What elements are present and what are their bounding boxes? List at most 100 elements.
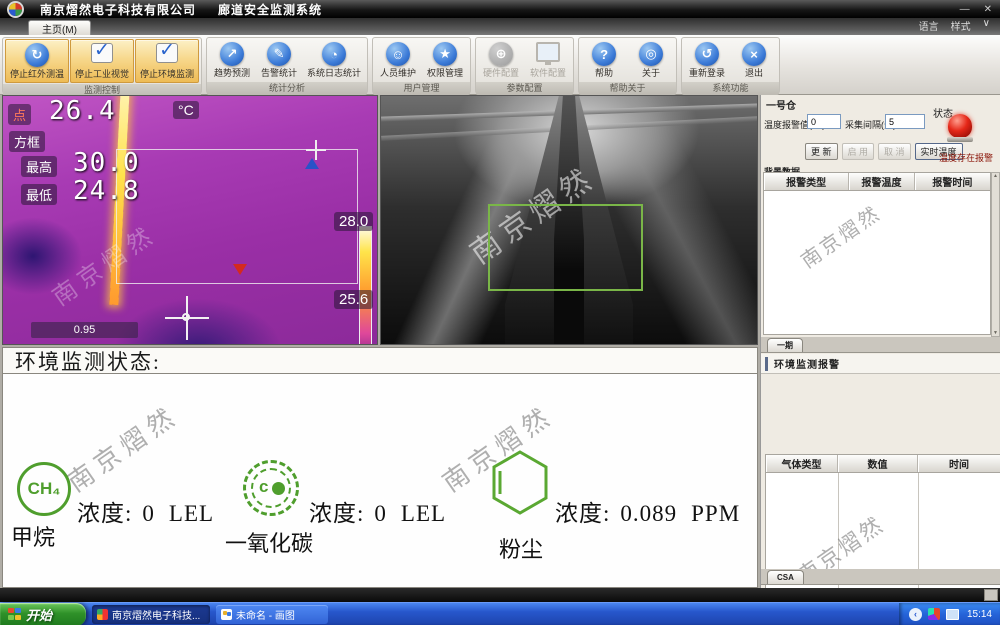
taskbar-item-monitor-app[interactable]: 南京熠然电子科技... — [92, 605, 210, 624]
env-col-time[interactable]: 时间 — [918, 455, 1000, 472]
scroll-up-icon[interactable]: ▲ — [993, 173, 998, 179]
style-menu[interactable]: 样式 — [951, 18, 971, 33]
tray-collapse-icon[interactable]: ‹ — [909, 608, 922, 621]
phase-tab-strip: 一期 — [761, 337, 1000, 353]
ribbon-toolbar: ↻ 停止红外测温 ✓ 停止工业视觉 ✓ 停止环境监测 监测控制 ↗ 趋势预测 — [0, 35, 1000, 95]
minimize-button[interactable]: — — [960, 4, 970, 15]
thermal-camera-view[interactable]: 南京熠然 点 26.4 °C 方框 最高 30.0 最低 24.8 28.0 2… — [2, 95, 378, 345]
tray-icon-2[interactable] — [946, 609, 959, 620]
trend-predict-button[interactable]: ↗ 趋势预测 — [209, 39, 255, 81]
watermark: 南京熠然 — [794, 197, 886, 274]
alarm-col-temp[interactable]: 报警温度 — [849, 173, 914, 190]
env-status-panel: 环境监测状态: 南京熠然 南京熠然 CH₄ 甲烷 浓度:0LEL c 一氧化碳 … — [2, 347, 758, 588]
group-label-user-mgmt: 用户管理 — [373, 82, 470, 95]
alarm-col-time[interactable]: 报警时间 — [915, 173, 990, 190]
alarm-light-icon — [947, 114, 973, 142]
ribbon-group-help: ? 帮助 ◎ 关于 帮助关于 — [578, 37, 677, 94]
enable-button[interactable]: 启 用 — [842, 143, 875, 160]
scale-min-value: 25.6 — [334, 290, 373, 309]
sensor-name-methane: 甲烷 — [11, 520, 55, 552]
env-col-gas[interactable]: 气体类型 — [766, 455, 838, 472]
relogin-button[interactable]: ↺ 重新登录 — [684, 39, 730, 81]
group-label-statistics: 统计分析 — [207, 82, 367, 95]
scroll-down-icon[interactable]: ▼ — [993, 330, 998, 336]
checkbox-icon: ✓ — [156, 43, 178, 63]
stop-env-monitor-button[interactable]: ✓ 停止环境监测 — [135, 39, 199, 83]
permission-button[interactable]: ★ 权限管理 — [422, 39, 468, 81]
monitor-icon — [536, 42, 560, 62]
right-panel: 一号仓 状态 温度报警值(℃): 采集间隔(分): 更 新 启 用 取 消 实时… — [760, 95, 1000, 588]
refresh-icon: ↻ — [25, 43, 49, 67]
start-button[interactable]: 开始 — [0, 603, 86, 625]
language-menu[interactable]: 语言 — [919, 18, 939, 33]
app-task-icon — [97, 609, 108, 620]
thermal-color-scale — [359, 226, 372, 345]
point-temp-value: 26.4 — [49, 96, 116, 126]
close-button[interactable]: ✕ — [984, 4, 992, 15]
gear-icon: ⊕ — [489, 42, 513, 66]
tray-icon-1[interactable] — [928, 608, 940, 620]
checkbox-icon: ✓ — [91, 43, 113, 63]
interval-input[interactable] — [885, 114, 925, 129]
temp-alarm-input[interactable] — [807, 114, 841, 129]
marker-triangle-blue-icon — [305, 158, 319, 169]
env-alarm-header: 环境监测报警 — [761, 354, 1000, 374]
marker-cross-icon — [306, 140, 326, 160]
trend-icon: ↗ — [220, 42, 244, 66]
taskbar-item-paint[interactable]: 未命名 - 画图 — [216, 605, 328, 624]
question-icon: ? — [592, 42, 616, 66]
dust-icon — [489, 450, 551, 521]
stop-vision-button[interactable]: ✓ 停止工业视觉 — [70, 39, 134, 83]
temp-unit: °C — [173, 101, 199, 119]
emissivity-value: 0.95 — [31, 322, 138, 338]
software-config-button: 软件配置 — [525, 39, 571, 81]
accent-bar — [765, 357, 768, 371]
watermark: 南京熠然 — [59, 396, 185, 500]
pie-chart-icon: ◔ — [322, 42, 346, 66]
group-label-system: 系统功能 — [682, 82, 779, 95]
system-title: 廊道安全监测系统 — [218, 1, 322, 18]
cancel-button[interactable]: 取 消 — [878, 143, 911, 160]
alarm-col-type[interactable]: 报警类型 — [764, 173, 849, 190]
update-button[interactable]: 更 新 — [805, 143, 838, 160]
alarm-stats-button[interactable]: ✎ 告警统计 — [256, 39, 302, 81]
exit-icon: × — [742, 42, 766, 66]
tab-phase-1[interactable]: 一期 — [767, 338, 803, 352]
ribbon-group-statistics: ↗ 趋势预测 ✎ 告警统计 ◔ 系统日志统计 统计分析 — [206, 37, 368, 94]
ribbon-group-user-mgmt: ☺ 人员维护 ★ 权限管理 用户管理 — [372, 37, 471, 94]
min-temp-value: 24.8 — [73, 176, 140, 206]
help-button[interactable]: ? 帮助 — [581, 39, 627, 81]
relogin-icon: ↺ — [695, 42, 719, 66]
syslog-stats-button[interactable]: ◔ 系统日志统计 — [303, 39, 365, 81]
detection-box — [488, 204, 643, 291]
edit-report-icon: ✎ — [267, 42, 291, 66]
methane-icon: CH₄ — [17, 462, 71, 516]
marker-triangle-red-icon — [233, 264, 247, 275]
point-label: 点 — [8, 104, 31, 125]
alarm-status-text: 温度存在报警 — [939, 151, 993, 164]
tab-csa[interactable]: CSA — [767, 570, 804, 584]
about-button[interactable]: ◎ 关于 — [628, 39, 674, 81]
personnel-button[interactable]: ☺ 人员维护 — [375, 39, 421, 81]
chevron-down-icon[interactable]: ∨ — [983, 18, 990, 33]
key-icon: ★ — [433, 42, 457, 66]
env-status-title: 环境监测状态: — [3, 348, 757, 374]
resize-grip[interactable] — [984, 589, 998, 601]
hardware-config-button: ⊕ 硬件配置 — [478, 39, 524, 81]
taskbar: 开始 南京熠然电子科技... 未命名 - 画图 ‹ 15:14 — [0, 602, 1000, 625]
windows-logo-icon — [8, 608, 21, 621]
person-icon: ☺ — [386, 42, 410, 66]
globe-icon: ◎ — [639, 42, 663, 66]
env-col-value[interactable]: 数值 — [838, 455, 918, 472]
alarm-table: 报警类型 报警温度 报警时间 南京熠然 — [763, 172, 991, 335]
app-window: 南京熠然电子科技有限公司 廊道安全监测系统 — ✕ 主页(M) 语言 样式 ∨ … — [0, 0, 1000, 625]
tab-home[interactable]: 主页(M) — [28, 20, 91, 35]
alarm-table-scrollbar[interactable]: ▲ ▼ — [991, 172, 1000, 337]
industrial-camera-view[interactable]: 南京熠然 — [380, 95, 758, 345]
sensor-name-co: 一氧化碳 — [225, 526, 313, 558]
sensor-name-dust: 粉尘 — [499, 532, 543, 564]
stop-infrared-button[interactable]: ↻ 停止红外测温 — [5, 39, 69, 83]
exit-button[interactable]: × 退出 — [731, 39, 777, 81]
env-alarm-table: 气体类型 数值 时间 南京熠然 — [765, 454, 1000, 588]
sensor-value-co: 浓度:0LEL — [309, 494, 446, 528]
